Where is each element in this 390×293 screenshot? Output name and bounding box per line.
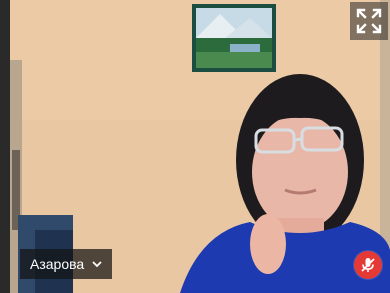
wall-painting xyxy=(192,4,276,72)
participant-video-tile[interactable]: Азарова xyxy=(0,0,390,293)
mic-muted-icon xyxy=(361,258,375,272)
mic-muted-badge xyxy=(354,251,382,279)
fullscreen-icon xyxy=(356,8,382,34)
fullscreen-button[interactable] xyxy=(350,2,388,40)
participant-name-menu[interactable]: Азарова xyxy=(20,249,113,279)
chevron-down-icon xyxy=(92,260,102,268)
participant-name: Азарова xyxy=(30,256,85,272)
